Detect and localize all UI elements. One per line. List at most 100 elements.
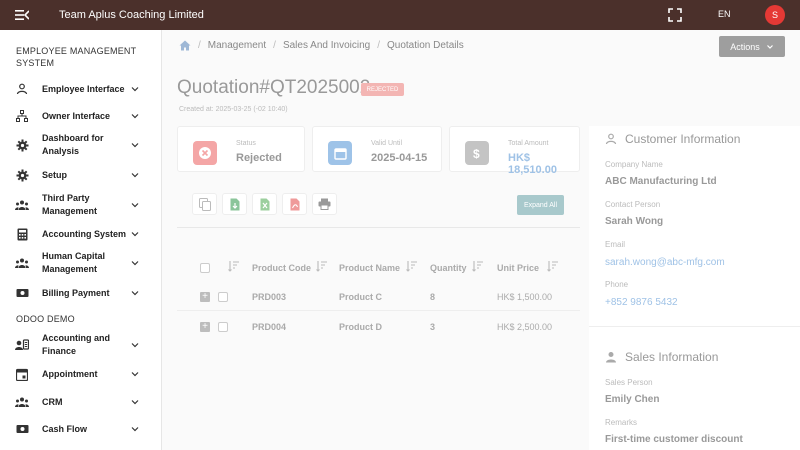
- cell-quantity: 8: [430, 292, 436, 302]
- cell-product-name: Product C: [339, 292, 383, 302]
- sidebar-item-setup[interactable]: Setup: [0, 166, 162, 184]
- sidebar-item-third-party-management[interactable]: Third Party Management: [0, 191, 162, 219]
- breadcrumb-item-management[interactable]: Management: [208, 40, 266, 51]
- fullscreen-icon[interactable]: [668, 8, 682, 22]
- cell-product-code: PRD004: [252, 322, 287, 332]
- breadcrumb-separator: /: [198, 40, 201, 51]
- copy-button[interactable]: [192, 193, 217, 215]
- chevron-down-icon: [131, 343, 139, 348]
- breadcrumb-separator: /: [273, 40, 276, 51]
- sidebar-item-crm[interactable]: CRM: [0, 393, 162, 411]
- sidebar-item-accounting-system[interactable]: Accounting System: [0, 225, 162, 243]
- menu-open-icon: [15, 10, 29, 20]
- sort-icon[interactable]: [316, 260, 328, 272]
- company-name-label: Company Name: [605, 160, 663, 169]
- breadcrumb: / Management / Sales And Invoicing / Quo…: [179, 40, 464, 51]
- sort-icon[interactable]: [472, 260, 484, 272]
- stat-value: HK$ 18,510.00: [508, 152, 557, 176]
- stat-value: 2025-04-15: [371, 152, 428, 164]
- sidebar-item-label: Dashboard for Analysis: [42, 133, 104, 156]
- language-selector[interactable]: EN: [718, 9, 731, 19]
- person-icon: [605, 133, 617, 145]
- contact-icon: [15, 338, 29, 352]
- chevron-down-icon: [131, 173, 139, 178]
- breadcrumb-item-quotation-details: Quotation Details: [387, 40, 464, 51]
- contact-person-value: Sarah Wong: [605, 216, 664, 227]
- group-icon: [15, 395, 29, 409]
- phone-label: Phone: [605, 280, 629, 289]
- expand-row-button[interactable]: +: [200, 292, 210, 302]
- remarks-value: First-time customer discount: [605, 434, 743, 445]
- sort-icon[interactable]: [228, 260, 240, 272]
- org-chart-icon: [15, 109, 29, 123]
- chevron-down-icon: [131, 261, 139, 266]
- top-bar: Team Aplus Coaching Limited EN S: [0, 0, 800, 30]
- sidebar-item-dashboard-analysis[interactable]: Dashboard for Analysis: [0, 131, 162, 159]
- chevron-down-icon: [131, 232, 139, 237]
- cell-quantity: 3: [430, 322, 436, 332]
- user-avatar[interactable]: S: [765, 5, 785, 25]
- cell-unit-price: HK$ 2,500.00: [497, 322, 553, 332]
- sidebar-item-label: Setup: [42, 169, 68, 180]
- actions-label: Actions: [730, 41, 760, 52]
- file-download-icon: [230, 198, 239, 210]
- column-header-product-name: Product Name: [339, 263, 401, 273]
- quotation-title: Quotation#QT2025002: [177, 77, 371, 98]
- sidebar-item-cash-flow[interactable]: Cash Flow: [0, 420, 162, 438]
- expand-row-button[interactable]: +: [200, 322, 210, 332]
- breadcrumb-item-sales-invoicing[interactable]: Sales And Invoicing: [283, 40, 370, 51]
- select-all-checkbox[interactable]: [200, 263, 210, 273]
- download-button[interactable]: [222, 193, 247, 215]
- gear-icon: [15, 168, 29, 182]
- sales-person-value: Emily Chen: [605, 394, 660, 405]
- dollar-icon: $: [465, 141, 489, 165]
- chevron-down-icon: [131, 291, 139, 296]
- contact-person-label: Contact Person: [605, 200, 661, 209]
- email-link[interactable]: sarah.wong@abc-mfg.com: [605, 257, 725, 268]
- actions-button[interactable]: Actions: [719, 36, 785, 57]
- sales-person-label: Sales Person: [605, 378, 653, 387]
- export-pdf-button[interactable]: [282, 193, 307, 215]
- stat-card-status: Status Rejected: [177, 126, 305, 172]
- pdf-icon: [290, 198, 299, 210]
- remarks-label: Remarks: [605, 418, 638, 427]
- row-checkbox[interactable]: [218, 292, 228, 302]
- sidebar-item-accounting-finance[interactable]: Accounting and Finance: [0, 331, 162, 359]
- excel-icon: [260, 198, 269, 210]
- chevron-down-icon: [131, 400, 139, 405]
- sidebar-item-billing-payment[interactable]: Billing Payment: [0, 284, 162, 302]
- column-header-quantity: Quantity: [430, 263, 467, 273]
- email-label: Email: [605, 240, 626, 249]
- sidebar-item-label: Appointment: [42, 368, 98, 379]
- money-icon: [15, 422, 29, 436]
- row-checkbox[interactable]: [218, 322, 228, 332]
- status-badge: REJECTED: [361, 83, 404, 96]
- customer-heading-text: Customer Information: [625, 132, 741, 146]
- stat-value: Rejected: [236, 152, 282, 164]
- print-button[interactable]: [312, 193, 337, 215]
- sidebar-item-human-capital-management[interactable]: Human Capital Management: [0, 249, 162, 277]
- phone-link[interactable]: +852 9876 5432: [605, 297, 678, 308]
- sales-info-heading: Sales Information: [605, 350, 718, 364]
- chevron-down-icon: [766, 44, 773, 49]
- customer-info-heading: Customer Information: [605, 132, 740, 146]
- sidebar-item-label: Accounting and Finance: [42, 333, 110, 356]
- export-excel-button[interactable]: [252, 193, 277, 215]
- person-icon: [606, 352, 616, 363]
- sort-icon[interactable]: [547, 260, 559, 272]
- chevron-down-icon: [131, 143, 139, 148]
- sidebar-item-owner-interface[interactable]: Owner Interface: [0, 107, 162, 125]
- sidebar-item-employee-interface[interactable]: Employee Interface: [0, 80, 162, 98]
- created-at-text: Created at: 2025-03-25 (-02 10:40): [179, 106, 288, 113]
- sales-heading-text: Sales Information: [625, 350, 719, 364]
- sort-icon[interactable]: [406, 260, 418, 272]
- expand-all-button[interactable]: Expand All: [517, 195, 564, 215]
- breadcrumb-separator: /: [377, 40, 380, 51]
- collapse-menu-button[interactable]: [0, 0, 44, 30]
- sidebar-item-label: Billing Payment: [42, 287, 110, 298]
- sidebar-item-appointment[interactable]: Appointment: [0, 365, 162, 383]
- sidebar-item-label: Cash Flow: [42, 423, 88, 434]
- home-icon[interactable]: [179, 40, 191, 51]
- chevron-down-icon: [131, 372, 139, 377]
- sidebar-item-label: Third Party Management: [42, 193, 98, 216]
